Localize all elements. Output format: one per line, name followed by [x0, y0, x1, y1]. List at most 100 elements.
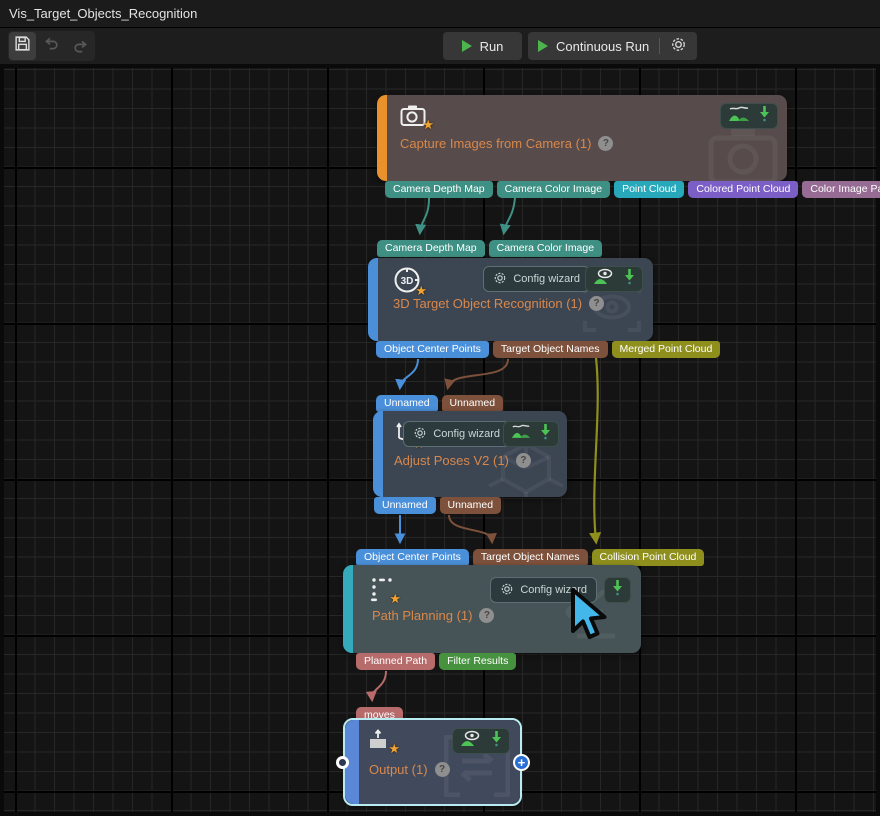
recognition-input-ports: Camera Depth Map Camera Color Image — [377, 240, 602, 257]
run-button-label: Run — [480, 39, 504, 54]
camera-icon: ★ — [400, 104, 428, 128]
port-camera-depth-map[interactable]: Camera Depth Map — [385, 181, 493, 198]
help-badge[interactable]: ? — [598, 136, 613, 151]
config-wizard-button[interactable]: Config wizard — [403, 421, 510, 447]
port-in-object-center-points[interactable]: Object Center Points — [356, 549, 469, 566]
node-color-bar — [343, 565, 353, 653]
camera-watermark-icon — [707, 124, 779, 181]
download-result-icon[interactable] — [491, 730, 502, 752]
port-object-center-points[interactable]: Object Center Points — [376, 341, 489, 358]
visibility-eye-icon[interactable] — [593, 268, 615, 290]
continuous-run-button[interactable]: Continuous Run — [528, 32, 697, 60]
adjust-input-ports: Unnamed Unnamed — [376, 395, 503, 412]
port-camera-color-image[interactable]: Camera Color Image — [497, 181, 610, 198]
divider — [659, 38, 660, 54]
port-in-collision-point-cloud[interactable]: Collision Point Cloud — [592, 549, 705, 566]
port-in-unnamed-1[interactable]: Unnamed — [376, 395, 438, 412]
star-badge-icon: ★ — [389, 591, 401, 607]
wire-object-center-points[interactable] — [400, 359, 418, 387]
star-badge-icon: ★ — [388, 741, 400, 757]
help-badge[interactable]: ? — [589, 296, 604, 311]
window-titlebar: Vis_Target_Objects_Recognition — [0, 0, 880, 28]
gear-icon — [500, 582, 514, 599]
port-in-target-object-names[interactable]: Target Object Names — [473, 549, 588, 566]
output-icon: ★ — [368, 728, 394, 752]
node-body: 3D ★ Config wizard 3D Target Object Reco… — [378, 258, 653, 341]
node-action-group — [503, 421, 559, 447]
node-action-group — [585, 266, 643, 292]
node-title-label: Adjust Poses V2 (1) — [394, 453, 509, 468]
path-planning-output-ports: Planned Path Filter Results — [356, 653, 516, 670]
wire-merged-point-cloud[interactable] — [594, 358, 597, 541]
continuous-run-label: Continuous Run — [556, 39, 649, 54]
port-in-unnamed-2[interactable]: Unnamed — [442, 395, 504, 412]
wire-target-object-names[interactable] — [448, 359, 508, 387]
node-left-connection-handle[interactable] — [336, 756, 349, 769]
wire-unnamed-brown[interactable] — [449, 515, 492, 541]
port-in-camera-color-image[interactable]: Camera Color Image — [489, 240, 602, 257]
download-result-icon[interactable] — [759, 105, 770, 127]
port-target-object-names[interactable]: Target Object Names — [493, 341, 608, 358]
path-planning-input-ports: Object Center Points Target Object Names… — [356, 549, 704, 566]
port-color-image-path[interactable]: Color Image Path — [802, 181, 880, 198]
node-capture-images-from-camera[interactable]: ★ Capture Images from Camera (1) ? — [377, 95, 787, 181]
gear-icon — [413, 426, 427, 443]
port-colored-point-cloud[interactable]: Colored Point Cloud — [688, 181, 798, 198]
wire-planned-path[interactable] — [372, 671, 386, 699]
visualization-image-icon[interactable] — [511, 424, 531, 444]
gear-icon — [493, 271, 507, 288]
project-title: Vis_Target_Objects_Recognition — [9, 6, 197, 21]
node-3d-target-object-recognition[interactable]: 3D ★ Config wizard 3D Target Object Reco… — [368, 258, 653, 341]
port-merged-point-cloud[interactable]: Merged Point Cloud — [612, 341, 721, 358]
save-button[interactable] — [9, 32, 36, 60]
save-icon — [14, 35, 31, 57]
node-color-bar — [368, 258, 378, 341]
port-filter-results[interactable]: Filter Results — [439, 653, 516, 670]
config-wizard-label: Config wizard — [433, 428, 500, 440]
svg-text:3D: 3D — [401, 276, 414, 287]
adjust-output-ports: Unnamed Unnamed — [374, 497, 501, 514]
node-body: ★ Capture Images from Camera (1) ? — [387, 95, 787, 181]
play-icon — [462, 40, 472, 52]
redo-button[interactable] — [67, 32, 94, 60]
node-action-group — [720, 103, 778, 129]
node-title-label: Output (1) — [369, 762, 428, 777]
visualization-image-icon[interactable] — [728, 106, 750, 127]
visibility-eye-icon[interactable] — [460, 730, 482, 752]
node-title-label: Path Planning (1) — [372, 608, 472, 623]
undo-button[interactable] — [38, 32, 65, 60]
node-adjust-poses-v2[interactable]: ★ Config wizard Adjust Poses V2 (1) ? — [373, 411, 567, 497]
download-result-icon[interactable] — [624, 268, 635, 290]
port-in-camera-depth-map[interactable]: Camera Depth Map — [377, 240, 485, 257]
run-settings-gear-icon[interactable] — [670, 36, 687, 56]
node-title-label: 3D Target Object Recognition (1) — [393, 296, 582, 311]
port-out-unnamed-2[interactable]: Unnamed — [440, 497, 502, 514]
play-icon — [538, 40, 548, 52]
config-wizard-label: Config wizard — [513, 273, 580, 285]
node-output[interactable]: ★ Output (1) ? + — [345, 720, 520, 804]
undo-icon — [43, 35, 60, 57]
graph-canvas[interactable]: ★ Capture Images from Camera (1) ? Camer… — [0, 64, 880, 816]
mouse-cursor — [566, 587, 618, 654]
download-result-icon[interactable] — [540, 423, 551, 445]
port-out-unnamed-1[interactable]: Unnamed — [374, 497, 436, 514]
help-badge[interactable]: ? — [516, 453, 531, 468]
path-planning-icon: ★ — [369, 576, 395, 602]
node-action-group — [452, 728, 510, 754]
node-color-bar — [377, 95, 387, 181]
port-planned-path[interactable]: Planned Path — [356, 653, 435, 670]
recognition-output-ports: Object Center Points Target Object Names… — [376, 341, 720, 358]
node-title-label: Capture Images from Camera (1) — [400, 136, 591, 151]
toolbar: Run Continuous Run — [0, 28, 880, 64]
wire-camera-color-image[interactable] — [504, 198, 515, 232]
wire-camera-depth-map[interactable] — [420, 198, 429, 232]
config-wizard-button[interactable]: Config wizard — [483, 266, 590, 292]
help-badge[interactable]: ? — [479, 608, 494, 623]
node-right-connection-handle[interactable]: + — [513, 754, 530, 771]
help-badge[interactable]: ? — [435, 762, 450, 777]
star-badge-icon: ★ — [422, 117, 434, 133]
redo-icon — [72, 38, 89, 55]
node-body: ★ Output (1) ? — [359, 720, 520, 804]
run-button[interactable]: Run — [443, 32, 522, 60]
port-point-cloud[interactable]: Point Cloud — [614, 181, 684, 198]
